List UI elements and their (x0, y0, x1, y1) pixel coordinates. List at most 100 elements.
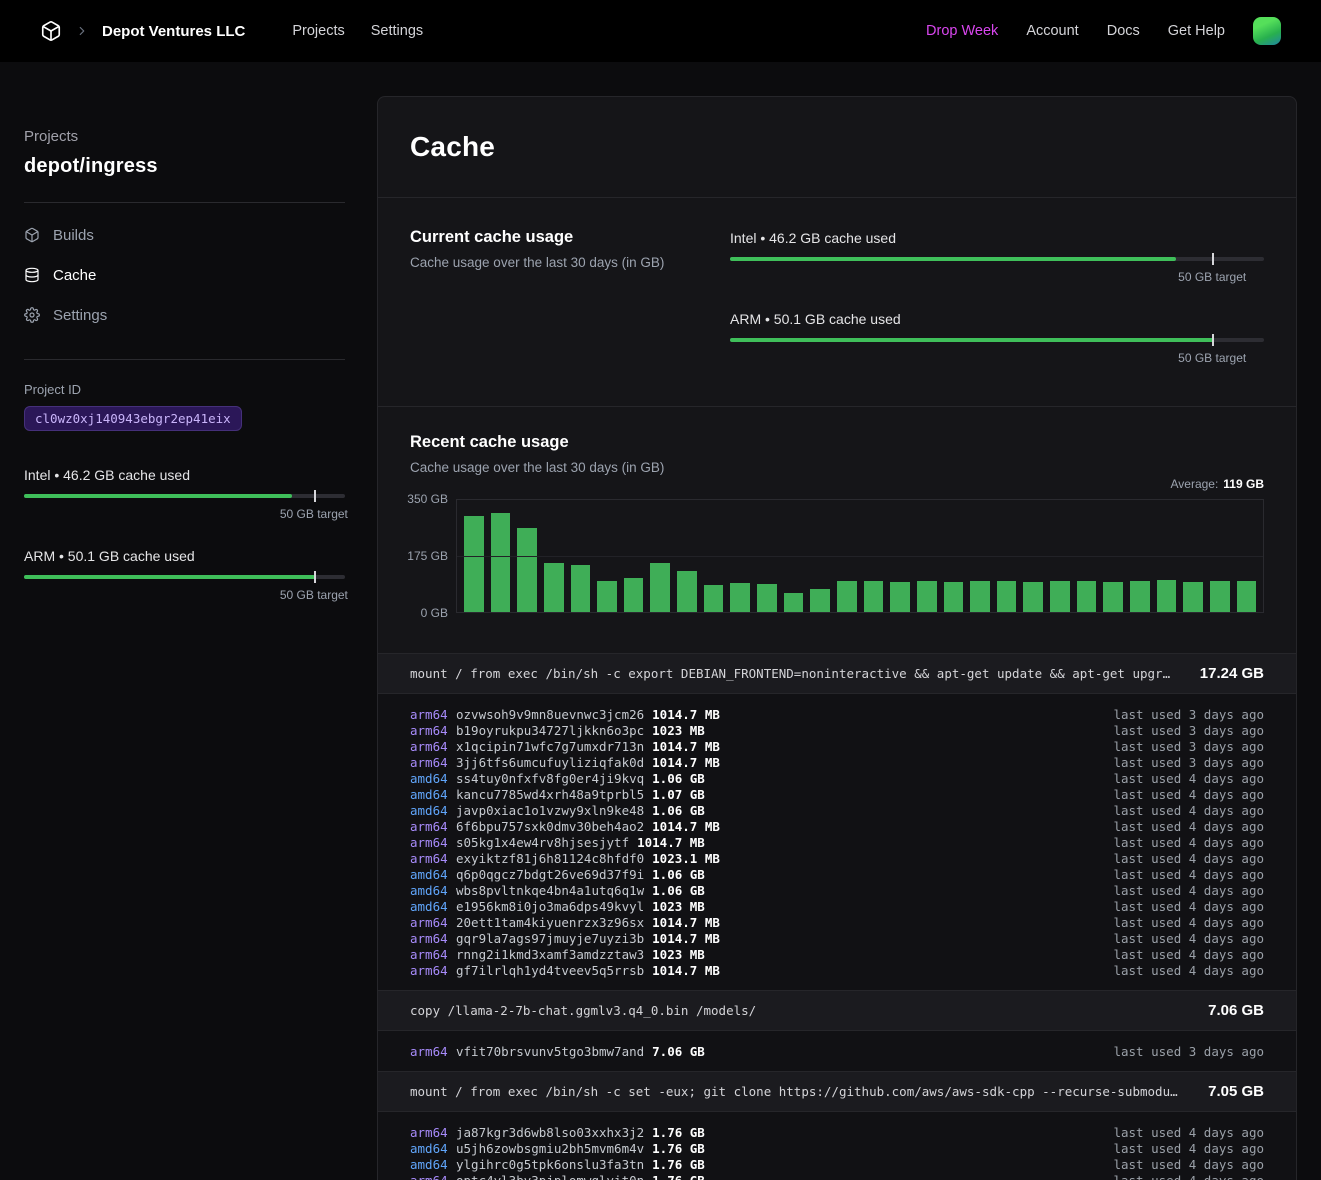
entry-last-used: last used 4 days ago (1113, 915, 1264, 930)
usage-label: ARM • 50.1 GB cache used (24, 548, 345, 564)
cache-entry-row: arm64gqr9la7ags97jmuyje7uyzi3b1014.7 MBl… (410, 930, 1264, 946)
cache-entry-row: arm6420ett1tam4kiyuenrzx3z96sx1014.7 MBl… (410, 914, 1264, 930)
card-header: Cache (378, 97, 1296, 197)
chart-bar (677, 571, 697, 612)
entry-arch: amd64 (410, 787, 456, 802)
nav-link-account[interactable]: Account (1026, 23, 1078, 39)
cache-entry-row: arm64ja87kgr3d6wb8lso03xxhx3j21.76 GBlas… (410, 1124, 1264, 1140)
entry-hash: b19oyrukpu34727ljkkn6o3pc (456, 723, 644, 738)
sidebar-item-builds[interactable]: Builds (24, 215, 345, 255)
entry-last-used: last used 4 days ago (1113, 931, 1264, 946)
entry-arch: arm64 (410, 707, 456, 722)
entry-last-used: last used 3 days ago (1113, 755, 1264, 770)
chart-bar (544, 563, 564, 612)
current-cache-usage-section: Current cache usage Cache usage over the… (378, 197, 1296, 406)
cache-group-size: 7.06 GB (1208, 1002, 1264, 1019)
entry-size: 1.76 GB (652, 1157, 705, 1172)
cache-panel: Cache Current cache usage Cache usage ov… (377, 96, 1297, 1180)
entry-size: 1014.7 MB (652, 931, 720, 946)
nav-link-get-help[interactable]: Get Help (1168, 23, 1225, 39)
entry-size: 1.06 GB (652, 803, 705, 818)
entry-hash: 6f6bpu757sxk0dmv30beh4ao2 (456, 819, 644, 834)
entry-size: 1.76 GB (652, 1141, 705, 1156)
cache-usage-chart-plot (456, 499, 1264, 613)
settings-icon (24, 307, 41, 323)
cache-entry-row: arm643jj6tfs6umcufuyliziqfak0d1014.7 MBl… (410, 754, 1264, 770)
chart-bar (597, 581, 617, 612)
usage-target-label: 50 GB target (1178, 270, 1246, 284)
current-usage-subtitle: Cache usage over the last 30 days (in GB… (410, 255, 730, 270)
sidebar-item-cache[interactable]: Cache (24, 255, 345, 295)
user-avatar[interactable] (1253, 17, 1281, 45)
chart-bar (837, 581, 857, 612)
entry-last-used: last used 4 days ago (1113, 867, 1264, 882)
project-id-badge[interactable]: cl0wz0xj140943ebgr2ep41eix (24, 406, 242, 431)
entry-arch: arm64 (410, 1125, 456, 1140)
sidebar-item-settings[interactable]: Settings (24, 295, 345, 335)
entry-size: 1014.7 MB (652, 819, 720, 834)
entry-size: 1014.7 MB (652, 963, 720, 978)
nav-link-drop-week[interactable]: Drop Week (926, 23, 998, 39)
cache-entry-row: arm64s05kg1x4ew4rv8hjsesjytf1014.7 MBlas… (410, 834, 1264, 850)
nav-link-settings[interactable]: Settings (371, 23, 423, 39)
usage-label: ARM • 50.1 GB cache used (730, 311, 1264, 327)
usage-target-row: 50 GB target (24, 507, 345, 522)
chart-bar (1183, 582, 1203, 612)
chart-bar (1023, 582, 1043, 612)
chart-bar (1103, 582, 1123, 612)
usage-progress-bar (730, 338, 1264, 342)
entry-size: 1.06 GB (652, 867, 705, 882)
org-name[interactable]: Depot Ventures LLC (102, 23, 245, 40)
divider (24, 359, 345, 360)
cache-group-header[interactable]: copy /llama-2-7b-chat.ggmlv3.q4_0.bin /m… (378, 990, 1296, 1031)
entry-last-used: last used 3 days ago (1113, 1044, 1264, 1059)
cache-group-header[interactable]: mount / from exec /bin/sh -c set -eux; g… (378, 1071, 1296, 1112)
entry-arch: arm64 (410, 739, 456, 754)
average-label: Average: (1170, 477, 1218, 491)
entry-arch: arm64 (410, 835, 456, 850)
recent-usage-subtitle: Cache usage over the last 30 days (in GB… (410, 460, 1264, 475)
cache-entry-row: arm64b19oyrukpu34727ljkkn6o3pc1023 MBlas… (410, 722, 1264, 738)
entry-hash: kancu7785wd4xrh48a9tprbl5 (456, 787, 644, 802)
cache-group-header[interactable]: mount / from exec /bin/sh -c export DEBI… (378, 653, 1296, 694)
chart-bar (784, 593, 804, 612)
depot-logo-icon[interactable] (40, 20, 62, 42)
current-usage-title: Current cache usage (410, 228, 730, 247)
entry-size: 1014.7 MB (652, 755, 720, 770)
chart-y-axis: 350 GB175 GB0 GB (410, 499, 456, 613)
usage-progress-bar (730, 257, 1264, 261)
entry-size: 1014.7 MB (637, 835, 705, 850)
chart-bar (1237, 581, 1257, 612)
nav-link-projects[interactable]: Projects (292, 23, 344, 39)
cache-entry-row: amd64javp0xiac1o1vzwy9xln9ke481.06 GBlas… (410, 802, 1264, 818)
entry-hash: u5jh6zowbsgmiu2bh5mvm6m4v (456, 1141, 644, 1156)
nav-link-docs[interactable]: Docs (1107, 23, 1140, 39)
entry-arch: amd64 (410, 1141, 456, 1156)
average-value: 119 GB (1223, 477, 1264, 491)
usage-target-label: 50 GB target (280, 588, 348, 602)
recent-cache-usage-section: Recent cache usage Cache usage over the … (378, 406, 1296, 653)
y-axis-tick: 350 GB (407, 492, 448, 506)
usage-target-tick (314, 571, 316, 583)
entry-size: 1014.7 MB (652, 915, 720, 930)
chart-gridline (457, 556, 1263, 557)
entry-arch: amd64 (410, 883, 456, 898)
usage-target-label: 50 GB target (1178, 351, 1246, 365)
cache-usage-chart: 350 GB175 GB0 GB (410, 499, 1264, 613)
entry-last-used: last used 4 days ago (1113, 1173, 1264, 1180)
sidebar-section-label: Projects (24, 128, 345, 145)
cache-group-command: copy /llama-2-7b-chat.ggmlv3.q4_0.bin /m… (410, 1003, 1184, 1018)
cache-group-size: 7.05 GB (1208, 1083, 1264, 1100)
usage-progress-bar (24, 575, 345, 579)
y-axis-tick: 0 GB (421, 606, 448, 620)
entry-arch: arm64 (410, 755, 456, 770)
entry-last-used: last used 4 days ago (1113, 1157, 1264, 1172)
usage-target-tick (1212, 253, 1214, 265)
entry-hash: javp0xiac1o1vzwy9xln9ke48 (456, 803, 644, 818)
cache-entry-row: amd64ylgihrc0g5tpk6onslu3fa3tn1.76 GBlas… (410, 1156, 1264, 1172)
chart-bar (1210, 581, 1230, 612)
usage-target-row: 50 GB target (730, 270, 1264, 285)
cache-entry-row: arm64optc4yl3bv3pjplomwglvit0n1.76 GBlas… (410, 1172, 1264, 1180)
usage-block: Intel • 46.2 GB cache used50 GB target (24, 467, 345, 522)
entry-last-used: last used 3 days ago (1113, 723, 1264, 738)
